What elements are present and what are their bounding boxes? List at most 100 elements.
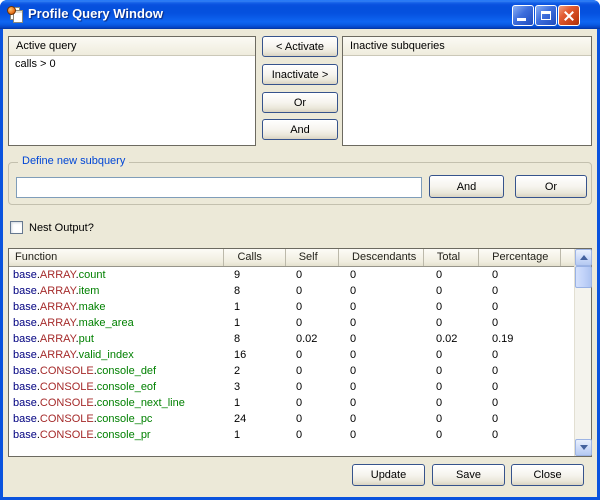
column-header-function[interactable]: Function [9,249,223,266]
column-header-calls[interactable]: Calls [223,249,284,266]
cell-percentage: 0 [485,315,569,331]
cell-percentage: 0 [485,411,569,427]
cell-descendants: 0 [343,347,429,363]
table-row[interactable]: base.ARRAY.item80000 [9,283,574,299]
cell-percentage: 0 [485,283,569,299]
activate-button[interactable]: < Activate [262,36,338,57]
nest-output-checkbox[interactable] [10,221,23,234]
function-name: base.ARRAY.item [9,283,227,299]
cell-self: 0 [289,347,343,363]
results-table-main: Function Calls Self Descendants Total Pe… [9,249,574,456]
cell-percentage: 0 [485,363,569,379]
table-row[interactable]: base.ARRAY.make_area10000 [9,315,574,331]
active-query-panel: Active query calls > 0 [8,36,256,146]
cell-descendants: 0 [343,395,429,411]
table-row[interactable]: base.CONSOLE.console_pc240000 [9,411,574,427]
active-query-header: Active query [9,37,255,56]
cell-total: 0.02 [429,331,485,347]
column-header-total[interactable]: Total [423,249,478,266]
cell-calls: 2 [227,363,289,379]
nest-output-label: Nest Output? [29,222,94,234]
scrollbar-down-button[interactable] [575,439,592,456]
client-area: Active query calls > 0 < Activate Inacti… [3,29,597,497]
cell-calls: 1 [227,299,289,315]
cell-total: 0 [429,379,485,395]
cell-calls: 1 [227,315,289,331]
cell-total: 0 [429,267,485,283]
cell-total: 0 [429,299,485,315]
cell-calls: 8 [227,331,289,347]
cell-descendants: 0 [343,331,429,347]
cell-total: 0 [429,315,485,331]
cell-self: 0 [289,411,343,427]
cell-descendants: 0 [343,315,429,331]
cell-self: 0 [289,267,343,283]
table-row[interactable]: base.CONSOLE.console_pr10000 [9,427,574,443]
column-header-descendants[interactable]: Descendants [338,249,423,266]
table-row[interactable]: base.ARRAY.valid_index160000 [9,347,574,363]
cell-descendants: 0 [343,379,429,395]
app-icon [7,6,24,23]
close-icon [563,10,575,22]
inactive-subqueries-panel: Inactive subqueries [342,36,592,146]
active-query-list[interactable]: calls > 0 [9,56,255,145]
cell-percentage: 0 [485,267,569,283]
cell-self: 0 [289,299,343,315]
table-row[interactable]: base.ARRAY.put80.0200.020.19 [9,331,574,347]
function-name: base.CONSOLE.console_eof [9,379,227,395]
subquery-input[interactable] [16,177,422,198]
cell-self: 0 [289,379,343,395]
table-row[interactable]: base.CONSOLE.console_next_line10000 [9,395,574,411]
cell-total: 0 [429,427,485,443]
cell-calls: 1 [227,427,289,443]
save-button[interactable]: Save [432,464,505,486]
update-button[interactable]: Update [352,464,425,486]
cell-calls: 9 [227,267,289,283]
window-title: Profile Query Window [28,0,163,29]
table-row[interactable]: base.ARRAY.make10000 [9,299,574,315]
close-button[interactable] [558,5,580,26]
scrollbar-thumb[interactable] [575,266,592,288]
table-row[interactable]: base.CONSOLE.console_eof30000 [9,379,574,395]
close-dialog-button[interactable]: Close [511,464,584,486]
cell-self: 0.02 [289,331,343,347]
function-name: base.ARRAY.make [9,299,227,315]
vertical-scrollbar[interactable] [574,249,591,456]
cell-percentage: 0 [485,379,569,395]
cell-calls: 8 [227,283,289,299]
cell-total: 0 [429,411,485,427]
cell-total: 0 [429,347,485,363]
cell-percentage: 0.19 [485,331,569,347]
subquery-and-button[interactable]: And [429,175,504,198]
maximize-button[interactable] [535,5,557,26]
cell-percentage: 0 [485,395,569,411]
cell-descendants: 0 [343,283,429,299]
cell-percentage: 0 [485,299,569,315]
cell-descendants: 0 [343,411,429,427]
cell-descendants: 0 [343,427,429,443]
scroll-up-icon [580,255,588,260]
scrollbar-up-button[interactable] [575,249,592,266]
inactive-subqueries-header: Inactive subqueries [343,37,591,56]
list-item[interactable]: calls > 0 [9,56,255,72]
cell-calls: 16 [227,347,289,363]
table-row[interactable]: base.CONSOLE.console_def20000 [9,363,574,379]
function-name: base.CONSOLE.console_pc [9,411,227,427]
cell-self: 0 [289,315,343,331]
column-header-self[interactable]: Self [285,249,338,266]
function-name: base.CONSOLE.console_pr [9,427,227,443]
column-header-percentage[interactable]: Percentage [478,249,561,266]
column-header-filler [561,249,574,266]
minimize-button[interactable] [512,5,534,26]
function-name: base.ARRAY.make_area [9,315,227,331]
cell-descendants: 0 [343,363,429,379]
or-button[interactable]: Or [262,92,338,113]
table-row[interactable]: base.ARRAY.count90000 [9,267,574,283]
inactivate-button[interactable]: Inactivate > [262,64,338,85]
maximize-icon [541,11,551,20]
cell-self: 0 [289,427,343,443]
inactive-subqueries-list[interactable] [343,56,591,145]
subquery-or-button[interactable]: Or [515,175,587,198]
function-name: base.ARRAY.count [9,267,227,283]
and-button[interactable]: And [262,119,338,140]
